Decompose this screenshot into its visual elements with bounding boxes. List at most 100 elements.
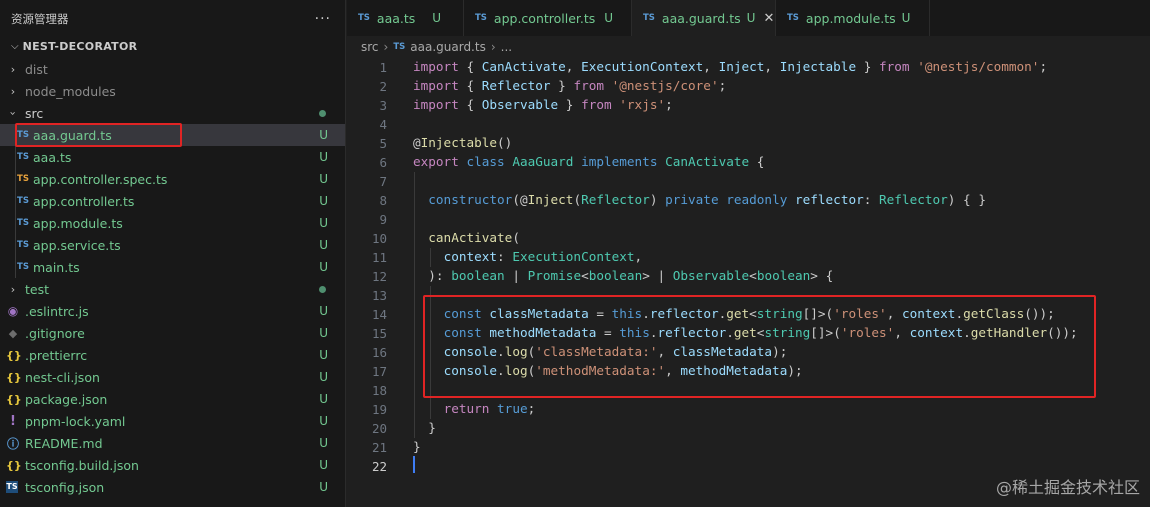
git-status-badge: U [319, 304, 328, 318]
typescript-icon: TS [643, 13, 655, 23]
tree-item-tsconfig[interactable]: TS tsconfig.json U [0, 476, 345, 498]
git-status-badge: U [319, 172, 328, 186]
tree-item-app-service[interactable]: TS app.service.ts U [0, 234, 345, 256]
code-line: return true; [443, 401, 536, 416]
tree-item-test[interactable]: › test [0, 278, 345, 300]
tree-item-label: README.md [25, 435, 103, 451]
tab-label: app.controller.ts [493, 10, 596, 26]
watermark: @稀土掘金技术社区 [995, 478, 1140, 497]
git-status-badge: U [432, 11, 442, 25]
tree-item-gitignore[interactable]: ◆ .gitignore U [0, 322, 345, 344]
code-line: context: ExecutionContext, [443, 249, 643, 264]
chevron-right-icon: › [10, 62, 16, 76]
typescript-icon: TS [787, 13, 799, 23]
code-line: constructor(@Inject(Reflector) private r… [428, 192, 986, 207]
code-line: } [413, 420, 436, 435]
git-status-badge: U [319, 194, 328, 208]
line-number: 17 [371, 364, 387, 379]
tree-item-dist[interactable]: › dist [0, 58, 345, 80]
line-number: 1 [379, 60, 387, 75]
code-line: } [413, 439, 421, 454]
line-number: 10 [371, 231, 387, 246]
tree-item-readme[interactable]: ⓘ README.md U [0, 432, 345, 454]
tree-item-label: app.module.ts [33, 215, 123, 231]
tree-item-label: node_modules [25, 83, 116, 99]
line-number-current: 22 [371, 459, 387, 474]
tab-aaa[interactable]: TS aaa.ts U [347, 0, 464, 36]
breadcrumb-separator-icon: › [383, 40, 389, 54]
tree-item-package-json[interactable]: {} package.json U [0, 388, 345, 410]
tab-label: aaa.guard.ts [661, 10, 741, 26]
code-line: const methodMetadata = this.reflector.ge… [443, 325, 1078, 340]
tree-item-app-controller-spec[interactable]: TS app.controller.spec.ts U [0, 168, 345, 190]
typescript-icon: TS [393, 42, 406, 52]
tree-item-label: main.ts [33, 259, 80, 275]
tree-item-tsconfig-build[interactable]: {} tsconfig.build.json U [0, 454, 345, 476]
code-line: @Injectable() [413, 135, 513, 150]
tree-item-label: aaa.guard.ts [33, 127, 112, 143]
tree-item-aaa-guard[interactable]: TS aaa.guard.ts U [0, 124, 345, 146]
typescript-test-icon: TS [17, 174, 29, 184]
tree-item-label: .eslintrc.js [25, 303, 89, 319]
line-number: 11 [371, 250, 387, 265]
git-status-badge: U [319, 392, 328, 406]
typescript-icon: TS [17, 240, 29, 250]
tree-item-label: pnpm-lock.yaml [25, 413, 126, 429]
tree-item-label: tsconfig.build.json [25, 457, 139, 473]
tree-item-label: .gitignore [25, 325, 85, 341]
tab-app-controller[interactable]: TS app.controller.ts U [464, 0, 632, 36]
info-icon: ⓘ [6, 436, 19, 451]
code-line: ): boolean | Promise<boolean> | Observab… [413, 268, 834, 283]
git-status-badge: U [901, 11, 911, 25]
modified-dot-icon [319, 109, 326, 117]
yaml-icon: ! [10, 413, 16, 429]
git-icon: ◆ [8, 326, 18, 340]
json-icon: {} [6, 458, 22, 472]
code-line: import { Reflector } from '@nestjs/core'… [413, 78, 727, 93]
tab-bar: TS aaa.ts U TS app.controller.ts U TS aa… [347, 0, 1150, 36]
line-number: 3 [379, 98, 387, 113]
tab-label: aaa.ts [376, 10, 416, 26]
project-folder-header[interactable]: ⌵ NEST-DECORATOR [0, 37, 345, 55]
line-number: 16 [371, 345, 387, 360]
close-icon[interactable]: ✕ [763, 11, 774, 26]
json-icon: {} [6, 348, 22, 362]
more-actions-icon[interactable]: ··· [315, 11, 331, 27]
code-line: import { CanActivate, ExecutionContext, … [413, 59, 1048, 74]
breadcrumb-folder[interactable]: src [361, 40, 379, 54]
indent-guide [414, 172, 415, 438]
tab-app-module[interactable]: TS app.module.ts U [776, 0, 930, 36]
json-icon: {} [6, 392, 22, 406]
git-status-badge: U [319, 260, 328, 274]
git-status-badge: U [319, 150, 328, 164]
typescript-icon: TS [475, 13, 487, 23]
typescript-icon: TS [358, 13, 370, 23]
typescript-icon: TS [17, 152, 29, 162]
line-number: 9 [379, 212, 387, 227]
tree-item-src[interactable]: › src [0, 102, 345, 124]
tree-item-label: test [25, 281, 50, 297]
git-status-badge: U [319, 414, 328, 428]
tree-item-label: package.json [25, 391, 108, 407]
tree-item-node-modules[interactable]: › node_modules [0, 80, 345, 102]
tree-item-aaa[interactable]: TS aaa.ts U [0, 146, 345, 168]
tree-item-pnpm-lock[interactable]: ! pnpm-lock.yaml U [0, 410, 345, 432]
breadcrumb-file[interactable]: aaa.guard.ts [410, 40, 486, 54]
breadcrumb-more[interactable]: ... [501, 40, 512, 54]
text-cursor [413, 456, 415, 473]
line-number: 19 [371, 402, 387, 417]
chevron-right-icon: › [10, 84, 16, 98]
tree-item-main[interactable]: TS main.ts U [0, 256, 345, 278]
tree-item-eslintrc[interactable]: ◉ .eslintrc.js U [0, 300, 345, 322]
tree-item-app-module[interactable]: TS app.module.ts U [0, 212, 345, 234]
tree-item-label: app.service.ts [33, 237, 121, 253]
tsconfig-icon: TS [6, 481, 18, 493]
line-number: 14 [371, 307, 387, 322]
tree-item-label: dist [25, 61, 48, 77]
tree-item-prettierrc[interactable]: {} .prettierrc U [0, 344, 345, 366]
tab-aaa-guard[interactable]: TS aaa.guard.ts U ✕ [632, 0, 776, 36]
tree-item-app-controller[interactable]: TS app.controller.ts U [0, 190, 345, 212]
explorer-title: 资源管理器 [11, 12, 69, 26]
project-name: NEST-DECORATOR [22, 39, 138, 53]
tree-item-nest-cli[interactable]: {} nest-cli.json U [0, 366, 345, 388]
